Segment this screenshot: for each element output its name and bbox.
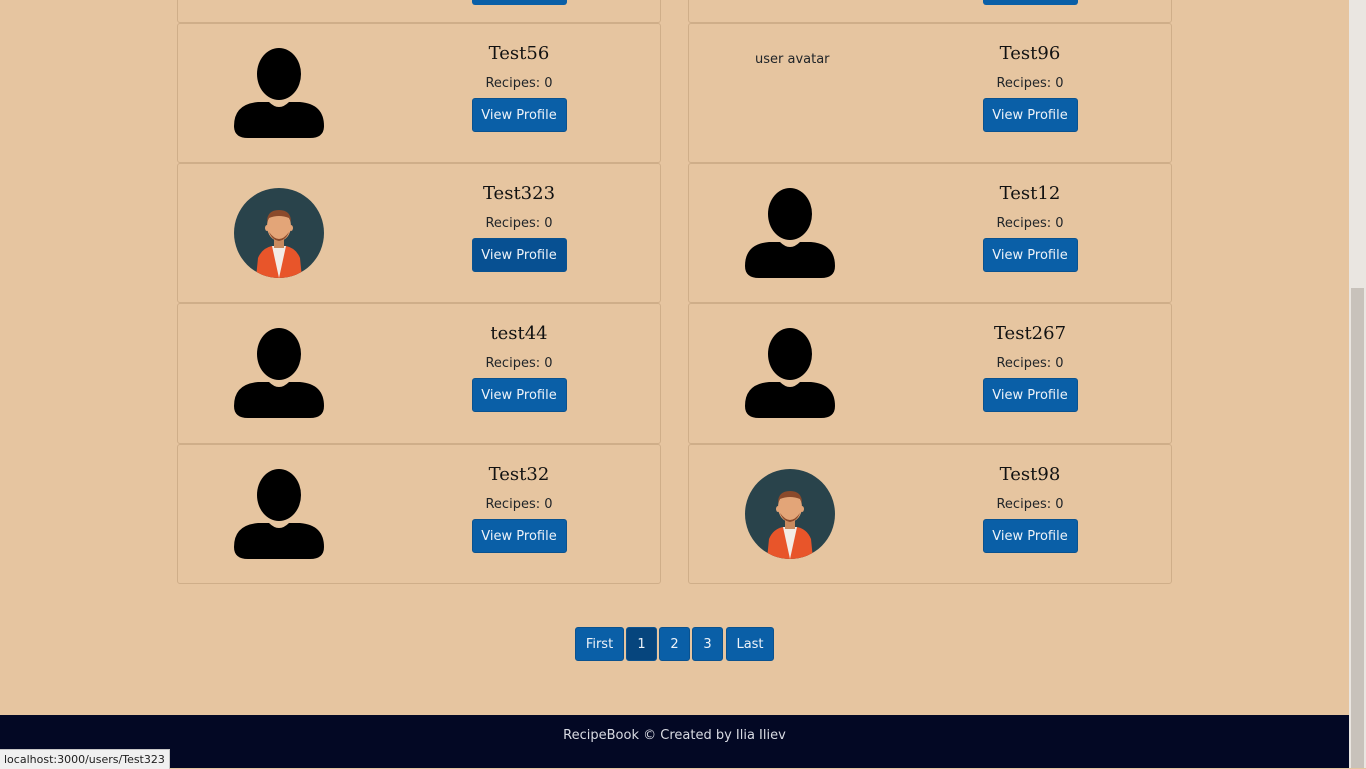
- view-profile-button[interactable]: View Profile: [471, 378, 567, 412]
- user-info: Test267 Recipes: 0 View Profile: [889, 304, 1171, 412]
- user-card: Test98 Recipes: 0 View Profile: [688, 444, 1172, 584]
- view-profile-button[interactable]: View Profile: [982, 238, 1078, 272]
- view-profile-button-partial[interactable]: [472, 0, 567, 5]
- user-name: Test32: [488, 464, 550, 485]
- user-name: Test56: [488, 43, 550, 64]
- vertical-scrollbar[interactable]: [1349, 0, 1366, 768]
- user-silhouette-icon: [745, 188, 835, 278]
- user-info: Test12 Recipes: 0 View Profile: [889, 164, 1171, 272]
- user-card: test44 Recipes: 0 View Profile: [177, 303, 661, 444]
- user-card: Test267 Recipes: 0 View Profile: [688, 303, 1172, 444]
- page: Test56 Recipes: 0 View Profile user avat…: [0, 0, 1349, 768]
- recipe-count: Recipes: 0: [485, 497, 553, 512]
- user-name: Test96: [999, 43, 1061, 64]
- user-name: Test267: [993, 323, 1067, 344]
- view-profile-button[interactable]: View Profile: [471, 238, 567, 272]
- user-name: Test12: [999, 183, 1061, 204]
- view-profile-button[interactable]: View Profile: [471, 98, 567, 132]
- recipe-count: Recipes: 0: [996, 216, 1064, 231]
- user-info: Test32 Recipes: 0 View Profile: [378, 445, 660, 553]
- man-avatar-icon: [234, 188, 324, 278]
- pagination-page-1[interactable]: 1: [626, 627, 657, 661]
- recipe-count: Recipes: 0: [996, 356, 1064, 371]
- footer-text: RecipeBook © Created by Ilia Iliev: [563, 728, 786, 743]
- user-card-partial: [688, 0, 1172, 23]
- user-info: Test96 Recipes: 0 View Profile: [889, 24, 1171, 132]
- status-bar-url: localhost:3000/users/Test323: [0, 749, 170, 769]
- view-profile-button[interactable]: View Profile: [982, 98, 1078, 132]
- view-profile-button-partial[interactable]: [983, 0, 1078, 5]
- user-card: Test32 Recipes: 0 View Profile: [177, 444, 661, 584]
- user-card: Test323 Recipes: 0 View Profile: [177, 163, 661, 303]
- user-info: Test98 Recipes: 0 View Profile: [889, 445, 1171, 553]
- recipe-count: Recipes: 0: [996, 76, 1064, 91]
- view-profile-button[interactable]: View Profile: [471, 519, 567, 553]
- user-silhouette-icon: [234, 469, 324, 559]
- pagination-page-2[interactable]: 2: [659, 627, 690, 661]
- user-silhouette-icon: [234, 48, 324, 138]
- recipe-count: Recipes: 0: [485, 216, 553, 231]
- user-card: Test12 Recipes: 0 View Profile: [688, 163, 1172, 303]
- user-card-partial: [177, 0, 661, 23]
- man-avatar-icon: [745, 469, 835, 559]
- recipe-count: Recipes: 0: [485, 76, 553, 91]
- pagination-page-3[interactable]: 3: [692, 627, 723, 661]
- user-silhouette-icon: [234, 328, 324, 418]
- footer: RecipeBook © Created by Ilia Iliev: [0, 715, 1349, 768]
- scrollbar-thumb[interactable]: [1351, 288, 1364, 768]
- user-card: Test56 Recipes: 0 View Profile: [177, 23, 661, 163]
- user-info: Test56 Recipes: 0 View Profile: [378, 24, 660, 132]
- view-profile-button[interactable]: View Profile: [982, 519, 1078, 553]
- pagination-first-button[interactable]: First: [575, 627, 624, 661]
- user-name: Test323: [482, 183, 556, 204]
- user-silhouette-icon: [745, 328, 835, 418]
- avatar-alt-text: user avatar: [755, 52, 830, 67]
- user-card: user avatar Test96 Recipes: 0 View Profi…: [688, 23, 1172, 163]
- view-profile-button[interactable]: View Profile: [982, 378, 1078, 412]
- recipe-count: Recipes: 0: [996, 497, 1064, 512]
- user-info: Test323 Recipes: 0 View Profile: [378, 164, 660, 272]
- user-name: test44: [490, 323, 548, 344]
- pagination-last-button[interactable]: Last: [726, 627, 774, 661]
- user-name: Test98: [999, 464, 1061, 485]
- user-info: test44 Recipes: 0 View Profile: [378, 304, 660, 412]
- recipe-count: Recipes: 0: [485, 356, 553, 371]
